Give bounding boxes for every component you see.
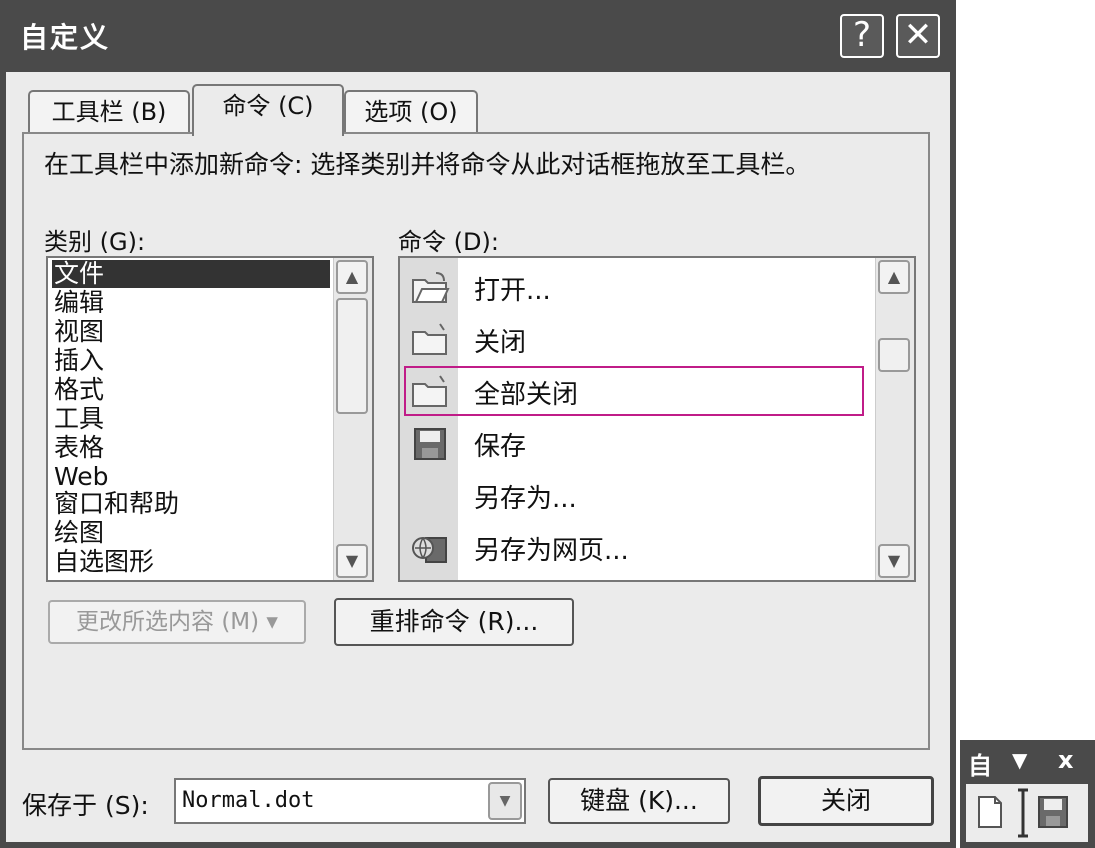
- categories-list[interactable]: 文件 编辑 视图 插入 格式 工具 表格 Web 窗口和帮助 绘图 自选图形 ▲…: [46, 256, 374, 582]
- command-label: 保存: [474, 432, 527, 462]
- chevron-down-icon[interactable]: ▼: [488, 782, 522, 820]
- window-title: 自定义: [20, 21, 111, 54]
- toolbar-close-icon[interactable]: x: [1058, 746, 1073, 774]
- toolbar-options-icon[interactable]: ▼: [1012, 748, 1027, 772]
- scroll-down-icon[interactable]: ▼: [336, 544, 368, 578]
- command-item[interactable]: 打开...: [400, 262, 870, 314]
- save-disk-icon[interactable]: [1036, 794, 1070, 830]
- command-label: 全部关闭: [474, 380, 579, 410]
- save-disk-icon: [414, 428, 446, 460]
- command-item[interactable]: 保存: [400, 418, 870, 470]
- categories-label: 类别 (G):: [44, 228, 146, 256]
- scroll-thumb[interactable]: [878, 338, 910, 372]
- close-icon[interactable]: ✕: [896, 14, 940, 58]
- rearrange-commands-button[interactable]: 重排命令 (R)...: [334, 598, 574, 646]
- toolbar-body: [966, 784, 1088, 842]
- command-item[interactable]: 关闭: [400, 314, 870, 366]
- commands-list[interactable]: 打开... 关闭 全部关闭 保存 另存为... 另存为网页... ▲ ▼: [398, 256, 916, 582]
- command-label: 另存为网页...: [474, 536, 629, 566]
- close-all-folder-icon: [412, 375, 447, 407]
- scroll-thumb[interactable]: [336, 298, 368, 414]
- tab-toolbars[interactable]: 工具栏 (B): [28, 90, 190, 134]
- category-item[interactable]: 绘图: [54, 519, 104, 547]
- category-item[interactable]: 编辑: [54, 289, 104, 317]
- open-folder-icon: [412, 272, 450, 303]
- command-item[interactable]: 另存为...: [400, 470, 870, 522]
- commands-label: 命令 (D):: [398, 228, 499, 256]
- category-item[interactable]: 插入: [54, 347, 104, 375]
- modify-selection-button[interactable]: 更改所选内容 (M) ▾: [48, 600, 306, 644]
- category-item[interactable]: 窗口和帮助: [54, 490, 179, 518]
- new-document-icon[interactable]: [976, 794, 1004, 830]
- tab-commands[interactable]: 命令 (C): [192, 84, 344, 136]
- tab-options[interactable]: 选项 (O): [344, 90, 478, 134]
- category-item[interactable]: Web: [54, 463, 109, 491]
- save-in-value: Normal.dot: [182, 788, 315, 813]
- title-bar[interactable]: 自定义 ? ✕: [0, 0, 956, 72]
- instruction-text: 在工具栏中添加新命令: 选择类别并将命令从此对话框拖放至工具栏。: [44, 150, 811, 179]
- floating-toolbar-title: 自: [968, 752, 992, 780]
- command-label: 关闭: [474, 328, 527, 358]
- scroll-up-icon[interactable]: ▲: [878, 260, 910, 294]
- customize-dialog: 自定义 ? ✕ 工具栏 (B) 命令 (C) 选项 (O) 在工具栏中添加新命令…: [0, 0, 956, 848]
- scroll-down-icon[interactable]: ▼: [878, 544, 910, 578]
- save-in-combo[interactable]: Normal.dot ▼: [174, 778, 526, 824]
- save-as-web-icon: [412, 537, 447, 563]
- close-folder-icon: [412, 323, 447, 355]
- command-item[interactable]: 另存为网页...: [400, 522, 870, 574]
- category-item[interactable]: 表格: [54, 434, 104, 462]
- dialog-client: 工具栏 (B) 命令 (C) 选项 (O) 在工具栏中添加新命令: 选择类别并将…: [6, 72, 950, 842]
- category-item[interactable]: 文件: [52, 260, 330, 288]
- insertion-cursor-icon: [1018, 788, 1028, 838]
- commands-panel: 在工具栏中添加新命令: 选择类别并将命令从此对话框拖放至工具栏。 类别 (G):…: [22, 132, 930, 750]
- command-label: 另存为...: [474, 484, 577, 514]
- save-in-label: 保存于 (S):: [22, 791, 149, 820]
- command-label: 打开...: [474, 276, 551, 306]
- floating-toolbar[interactable]: 自 ▼ x: [960, 740, 1095, 848]
- keyboard-button[interactable]: 键盘 (K)...: [548, 778, 730, 824]
- category-item[interactable]: 自选图形: [54, 548, 154, 576]
- command-item-selected[interactable]: 全部关闭: [400, 366, 870, 418]
- category-item[interactable]: 工具: [54, 405, 104, 433]
- selection-highlight: [404, 366, 864, 416]
- categories-scrollbar[interactable]: ▲ ▼: [333, 258, 372, 580]
- category-item[interactable]: 视图: [54, 318, 104, 346]
- commands-scrollbar[interactable]: ▲ ▼: [875, 258, 914, 580]
- help-icon[interactable]: ?: [840, 14, 884, 58]
- close-button[interactable]: 关闭: [758, 776, 934, 826]
- category-item[interactable]: 格式: [54, 376, 104, 404]
- scroll-up-icon[interactable]: ▲: [336, 260, 368, 294]
